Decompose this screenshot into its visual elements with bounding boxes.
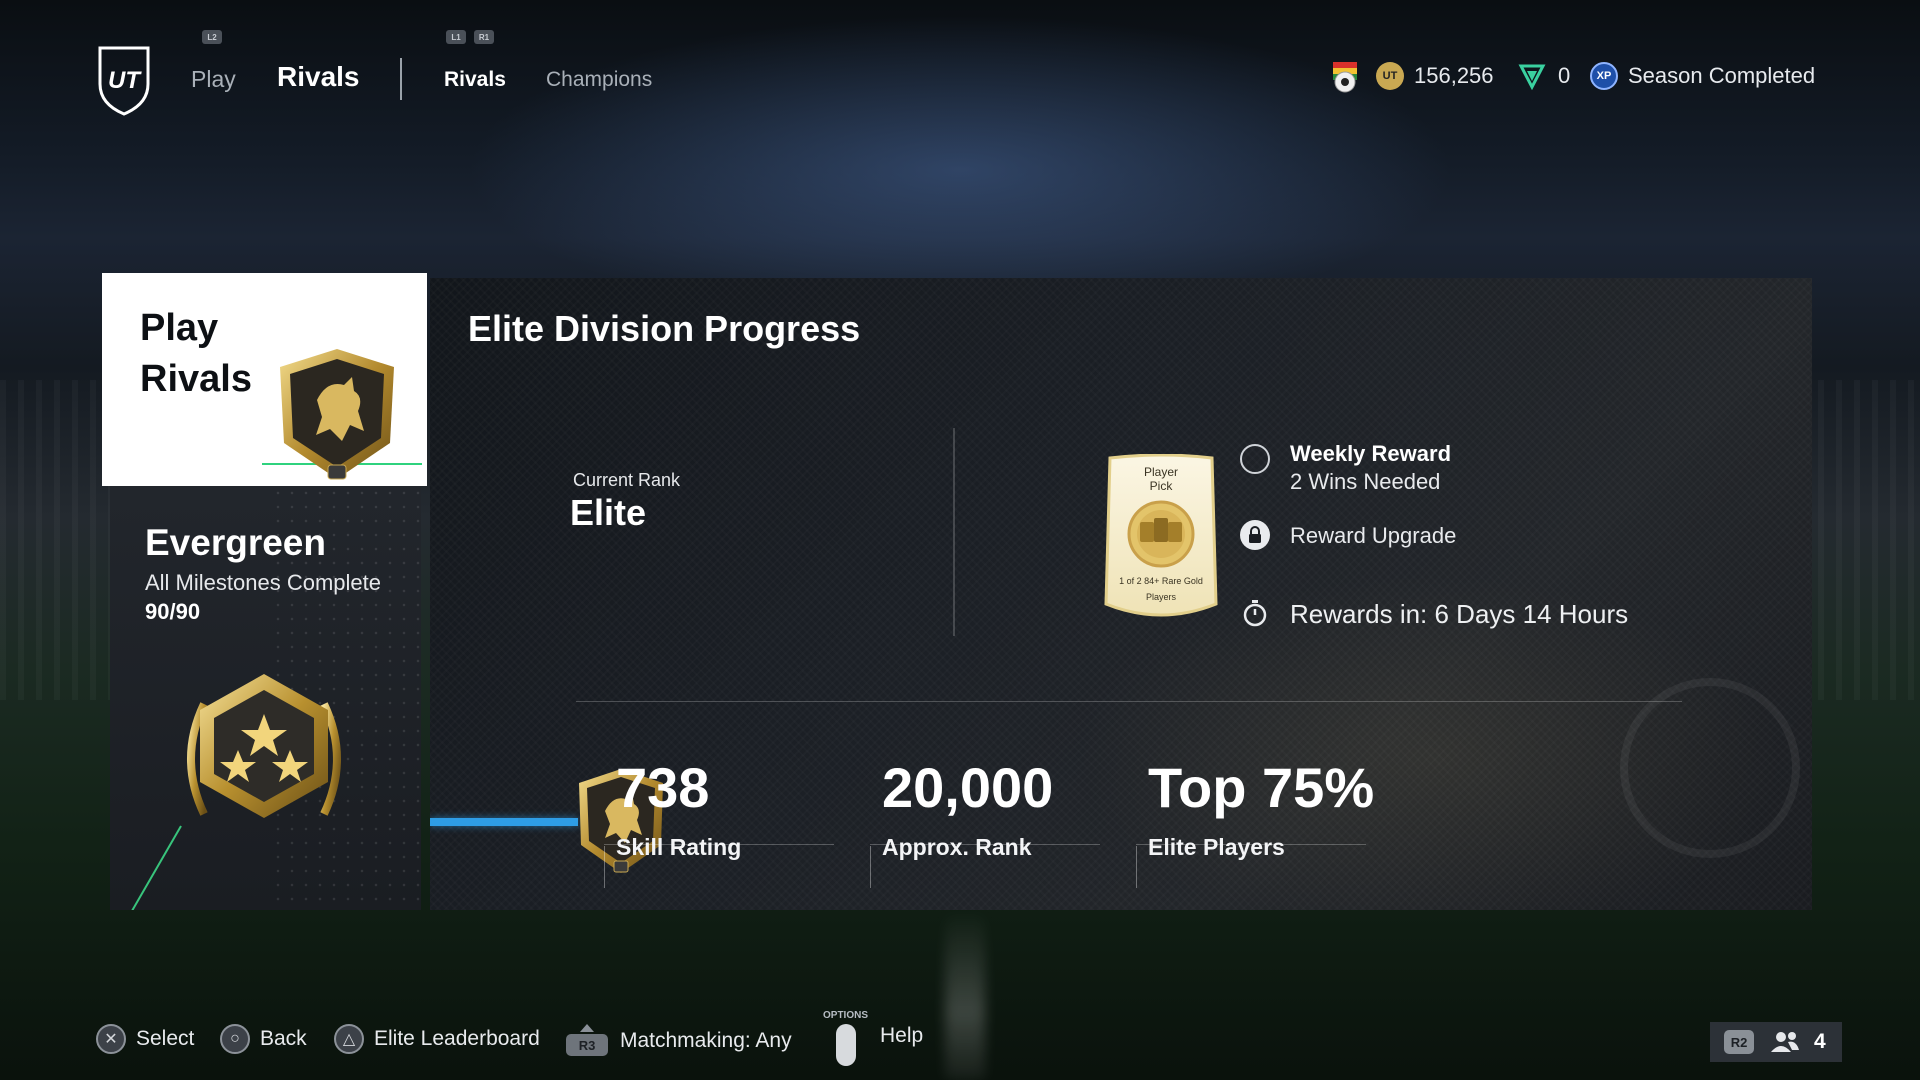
season-status-text: Season Completed [1628,63,1816,88]
circle-button-icon: ○ [220,1024,250,1054]
options-button-icon[interactable] [836,1024,856,1066]
footer-controls: ✕ Select ○ Back △ Elite Leaderboard R3 M… [0,1010,1920,1070]
matchmaking-label: Matchmaking: Any [620,1029,792,1052]
select-button[interactable]: ✕ Select [96,1024,194,1054]
pick-card-caption2: Players [1146,592,1177,602]
l2-bumper-icon: L2 [202,30,222,44]
three-star-medal-icon [187,674,341,818]
season-status: XP Season Completed [1590,62,1815,90]
reward-upgrade-text: Reward Upgrade [1290,523,1457,548]
pick-card-caption1: 1 of 2 84+ Rare Gold [1119,576,1203,586]
coin-icon: UT [1376,62,1404,90]
help-button[interactable]: Help [880,1024,923,1048]
division-progress-bar [430,818,578,826]
reward-upgrade: Reward Upgrade [1240,520,1456,550]
friends-count: 4 [1814,1030,1826,1053]
coins-value: 156,256 [1414,63,1494,88]
elite-lion-badge-icon [280,349,394,480]
help-label: Help [880,1024,924,1047]
logo-text: UT [108,67,142,94]
back-label: Back [260,1027,307,1050]
nav-play[interactable]: Play [191,66,236,93]
skill-rating-label: Skill Rating [616,834,742,860]
weekly-reward-sub: 2 Wins Needed [1290,469,1441,494]
approx-rank-label: Approx. Rank [882,834,1032,860]
points-display: 0 [1518,62,1570,90]
friends-panel[interactable]: R2 4 [1710,1022,1842,1062]
nav-divider [400,58,402,100]
points-icon [1518,64,1546,90]
l1-bumper-icon: L1 [446,30,466,44]
r1-bumper-icon: R1 [474,30,494,44]
stopwatch-icon [1243,600,1267,627]
play-rivals-card[interactable]: Play Rivals [102,273,427,486]
player-pick-card[interactable]: Player Pick 1 of 2 84+ Rare Gold Players [1102,454,1220,622]
skill-rating-value: 738 [616,756,710,819]
coins-display: UT 156,256 [1376,62,1494,90]
tab-rivals[interactable]: Rivals [444,68,506,92]
milestone-panel[interactable]: Evergreen All Milestones Complete 90/90 [110,486,421,910]
points-value: 0 [1558,63,1571,88]
r2-bumper-icon: R2 [1724,1030,1754,1054]
current-rank-label: Current Rank [573,470,681,490]
approx-rank-value: 20,000 [882,756,1054,819]
friends-icon [1771,1032,1799,1052]
ea-sports-watermark-icon [1620,678,1800,858]
select-label: Select [136,1027,195,1050]
options-label: OPTIONS [823,1010,869,1021]
milestone-subtitle: All Milestones Complete [145,570,381,595]
r3-stick-icon: R3 [564,1024,610,1058]
weekly-reward: Weekly Reward 2 Wins Needed [1240,440,1451,496]
elite-players-label: Elite Players [1148,834,1285,860]
stat-skill-rating: 738 Skill Rating [604,756,834,888]
lock-icon [1240,520,1270,550]
pick-card-line2: Pick [1150,479,1174,493]
elite-players-value: Top 75% [1148,756,1375,819]
milestone-name: Evergreen [145,522,326,563]
reward-timer-text: Rewards in: 6 Days 14 Hours [1290,599,1629,629]
incomplete-circle-icon [1240,444,1270,474]
horizontal-divider [576,701,1682,702]
club-crest-icon [1333,62,1357,93]
ut-logo-icon: UT [98,46,150,116]
xp-icon: XP [1590,62,1618,90]
cross-button-icon: ✕ [96,1024,126,1054]
pick-card-line1: Player [1144,465,1178,479]
back-button[interactable]: ○ Back [220,1024,307,1054]
current-rank-value: Elite [570,492,647,533]
matchmaking-button[interactable]: R3 Matchmaking: Any [564,1024,792,1058]
elite-leaderboard-label: Elite Leaderboard [374,1027,540,1050]
stat-approx-rank: 20,000 Approx. Rank [870,756,1100,888]
tab-champions[interactable]: Champions [546,68,652,92]
top-bar: UT L2 Play Rivals L1 R1 Rivals Champions… [0,0,1920,120]
vertical-divider [953,428,955,636]
elite-division-panel: Elite Division Progress Current Rank Eli… [430,278,1812,910]
accent-line [115,825,182,910]
panel-title: Elite Division Progress [468,308,861,349]
stat-elite-players: Top 75% Elite Players [1136,756,1375,888]
play-rivals-title: Play Rivals [140,307,252,400]
triangle-button-icon: △ [334,1024,364,1054]
milestone-count: 90/90 [145,599,201,624]
elite-leaderboard-button[interactable]: △ Elite Leaderboard [334,1024,540,1054]
nav-rivals[interactable]: Rivals [277,61,360,93]
reward-timer: Rewards in: 6 Days 14 Hours [1240,598,1628,630]
weekly-reward-title: Weekly Reward [1290,441,1452,466]
